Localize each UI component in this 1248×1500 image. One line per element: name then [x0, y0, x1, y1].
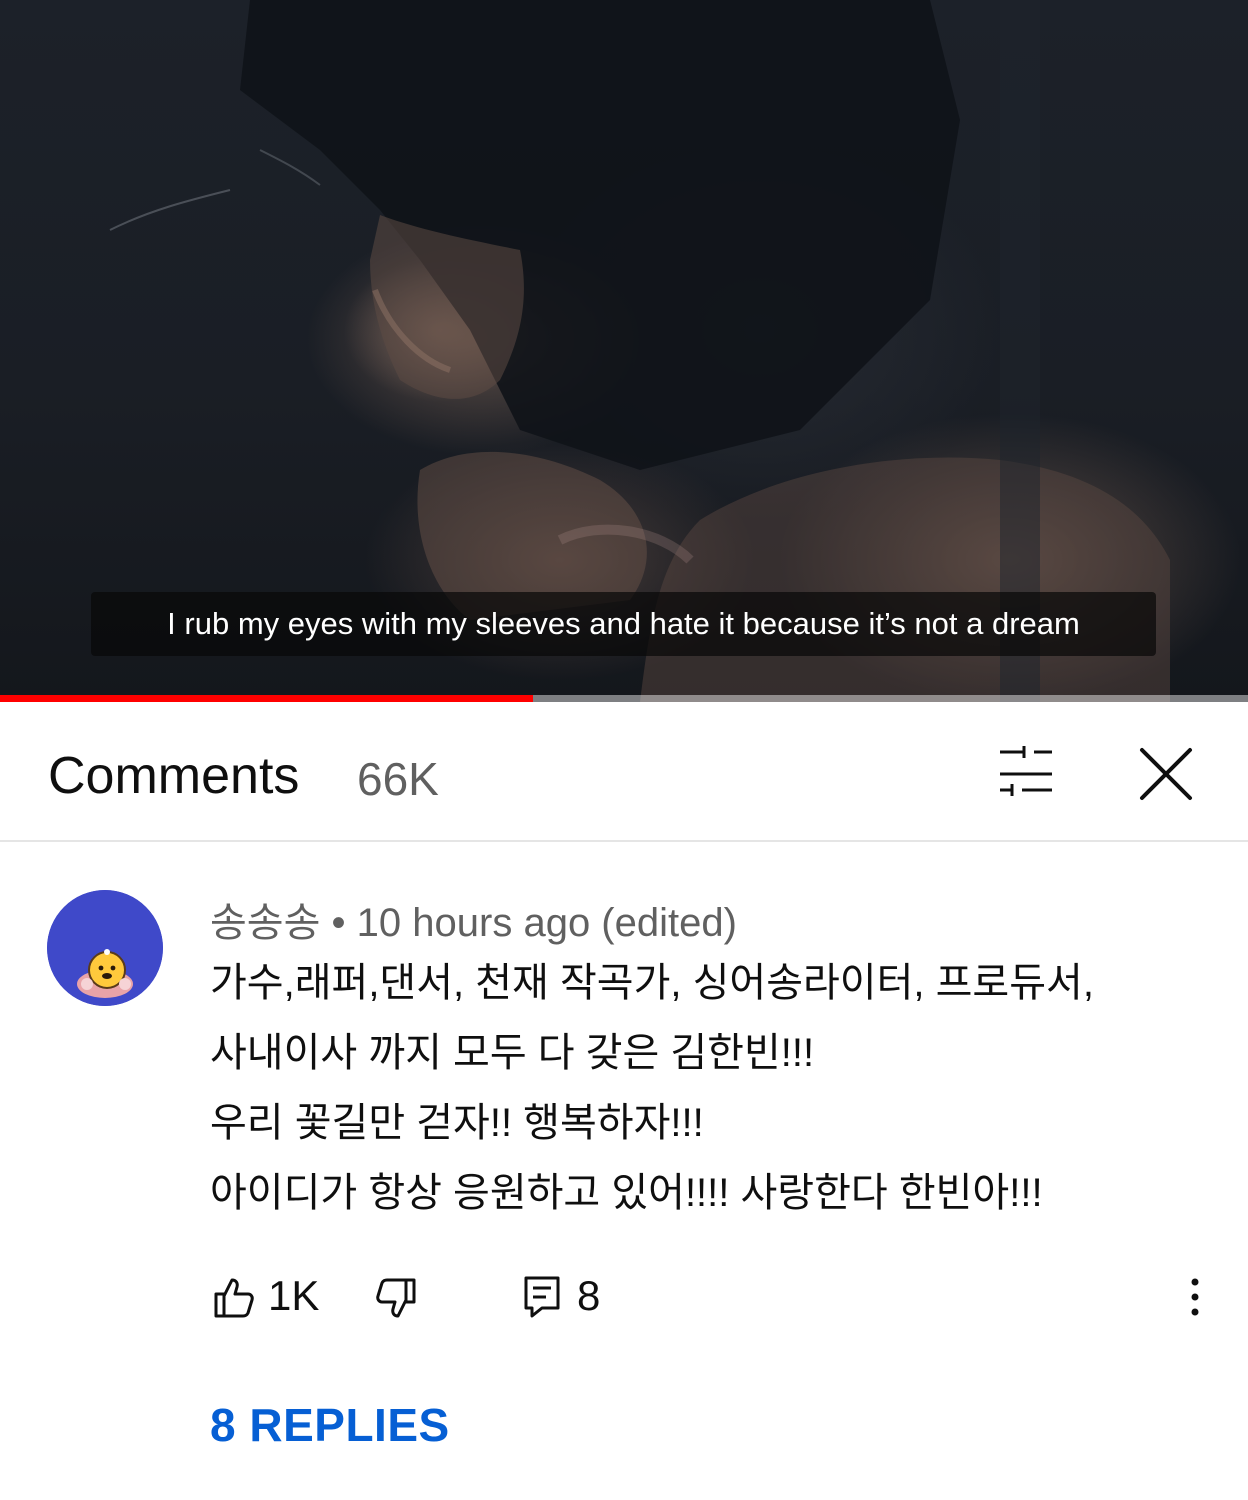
comment-line: 우리 꽃길만 걷자!! 행복하자!!!	[210, 1101, 704, 1145]
video-player[interactable]: I rub my eyes with my sleeves and hate i…	[0, 0, 1248, 702]
comments-title: Comments	[48, 747, 300, 805]
like-button[interactable]	[210, 1274, 256, 1325]
reply-count: 8	[577, 1272, 601, 1319]
avatar[interactable]	[47, 890, 163, 1006]
video-subtitle: I rub my eyes with my sleeves and hate i…	[91, 592, 1156, 656]
like-count: 1K	[268, 1272, 320, 1319]
sort-filter-button[interactable]	[990, 742, 1062, 806]
comment-line: 사내이사 까지 모두 다 갖은 김한빈!!!	[210, 1031, 815, 1075]
reply-button[interactable]	[522, 1274, 562, 1325]
close-icon	[1140, 748, 1192, 800]
comments-header: Comments 66K	[0, 702, 1248, 842]
video-progress-fill	[0, 695, 533, 702]
comment-time: 10 hours ago (edited)	[356, 901, 737, 945]
video-progress-bar[interactable]	[0, 695, 1248, 702]
meta-separator: •	[331, 901, 346, 945]
more-options-button[interactable]	[1180, 1274, 1210, 1325]
comment-author[interactable]: 송송송	[210, 901, 320, 945]
comments-count: 66K	[357, 753, 439, 805]
dislike-button[interactable]	[374, 1276, 420, 1327]
comment-line: 아이디가 항상 응원하고 있어!!!! 사랑한다 한빈아!!!	[210, 1171, 1043, 1215]
thumbs-down-icon	[376, 1278, 416, 1318]
comment-meta: 송송송 • 10 hours ago (edited)	[210, 890, 737, 948]
thumbs-up-icon	[214, 1278, 254, 1318]
comment-text: 가수,래퍼,댄서, 천재 작곡가, 싱어송라이터, 프로듀서, 사내이사 까지 …	[210, 948, 1210, 1228]
more-vertical-icon	[1191, 1278, 1199, 1316]
sort-filter-icon	[1000, 746, 1052, 796]
avatar-character-icon	[47, 890, 163, 1006]
comment-line: 가수,래퍼,댄서, 천재 작곡가, 싱어송라이터, 프로듀서,	[210, 961, 1094, 1005]
close-comments-button[interactable]	[1130, 738, 1202, 810]
comment-actions: 1K 8	[0, 1262, 1248, 1332]
comment-reply-icon	[524, 1276, 560, 1318]
view-replies-button[interactable]: 8 REPLIES	[210, 1398, 450, 1452]
